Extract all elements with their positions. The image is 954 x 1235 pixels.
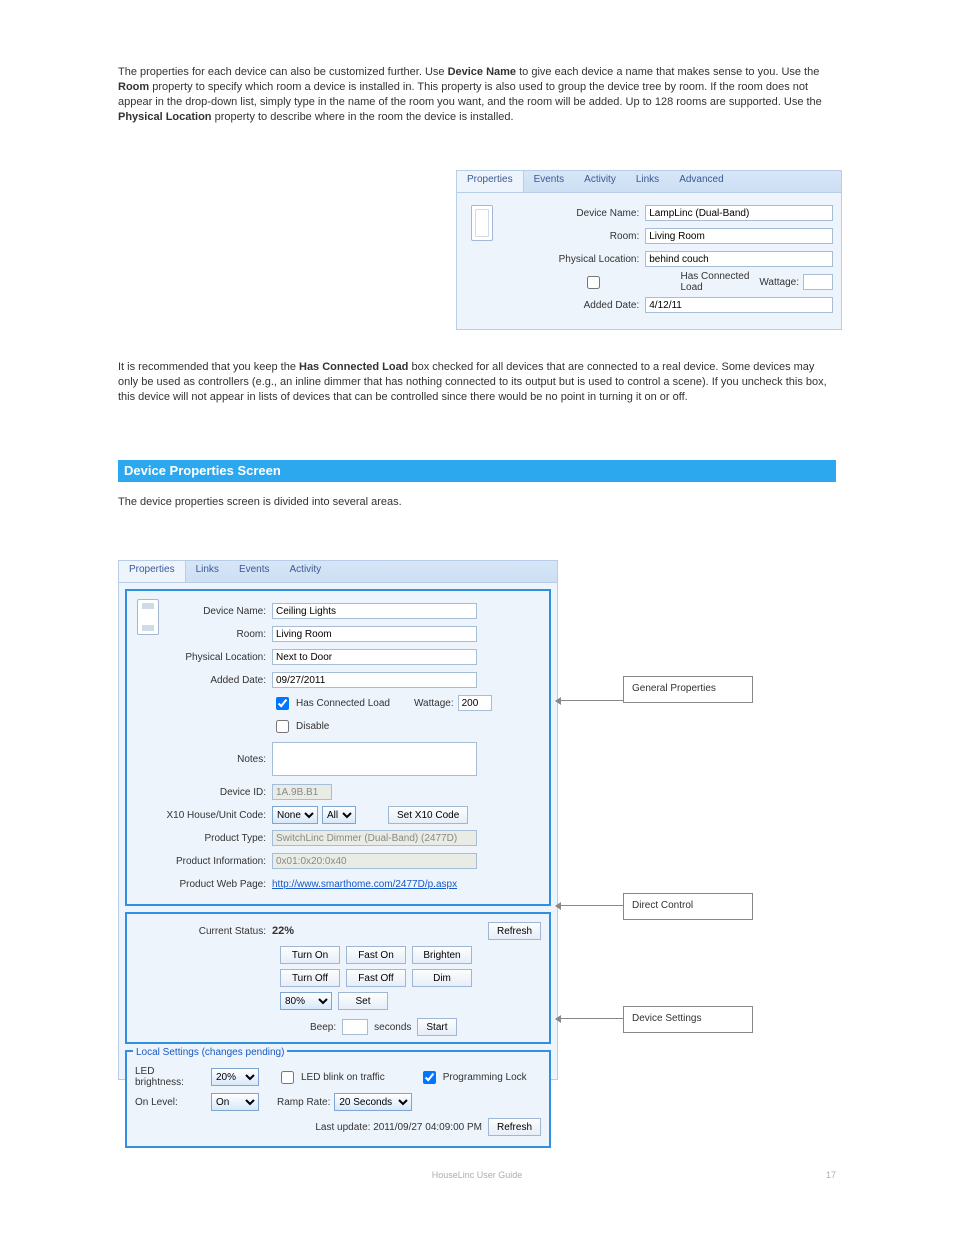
- lbl-ledb: LED brightness:: [135, 1066, 211, 1088]
- local-settings-section: Local Settings (changes pending) LED bri…: [125, 1050, 551, 1148]
- lbl-notes: Notes:: [157, 754, 272, 765]
- section-heading: Device Properties Screen: [124, 463, 281, 478]
- lbl-devid: Device ID:: [157, 787, 272, 798]
- led-blink-checkbox[interactable]: [281, 1071, 294, 1084]
- label-location: Physical Location:: [497, 254, 645, 265]
- beep-start-button[interactable]: Start: [417, 1018, 456, 1036]
- intro-paragraph: The properties for each device can also …: [118, 65, 836, 134]
- device-name-field[interactable]: [645, 205, 833, 221]
- refresh-status-button[interactable]: Refresh: [488, 922, 541, 940]
- lbl-blink: LED blink on traffic: [301, 1072, 385, 1083]
- status-value: 22%: [272, 925, 488, 937]
- tab-advanced[interactable]: Advanced: [669, 171, 733, 192]
- wattage-field-2[interactable]: [458, 695, 492, 711]
- lbl-pinfo: Product Information:: [157, 856, 272, 867]
- lbl-x10: X10 House/Unit Code:: [157, 810, 272, 821]
- callout-direct: Direct Control: [623, 893, 753, 920]
- properties-panel-small: Properties Events Activity Links Advance…: [456, 170, 842, 330]
- page-number: 17: [826, 1170, 836, 1180]
- has-connected-load-checkbox[interactable]: [514, 276, 674, 289]
- general-properties-section: Device Name: Room: Physical Location: Ad…: [125, 589, 551, 906]
- turn-on-button[interactable]: Turn On: [280, 946, 340, 964]
- set-button[interactable]: Set: [338, 992, 388, 1010]
- device-name-field-2[interactable]: [272, 603, 477, 619]
- room-field[interactable]: [645, 228, 833, 244]
- mid-paragraph: It is recommended that you keep the Has …: [118, 360, 836, 415]
- fast-on-button[interactable]: Fast On: [346, 946, 406, 964]
- lbl-seconds: seconds: [374, 1022, 411, 1033]
- lbl-watt: Wattage:: [414, 698, 454, 709]
- wattage-field[interactable]: [803, 274, 833, 290]
- device-icon-large: [137, 599, 159, 635]
- lbl-hasload: Has Connected Load: [296, 698, 390, 709]
- refresh-local-button[interactable]: Refresh: [488, 1118, 541, 1136]
- section-description: The device properties screen is divided …: [118, 495, 836, 510]
- wattage-label: Wattage:: [759, 277, 799, 288]
- local-settings-legend: Local Settings (changes pending): [133, 1047, 287, 1058]
- arrow-1: [556, 700, 623, 701]
- tab-events[interactable]: Events: [524, 171, 575, 192]
- location-field[interactable]: [645, 251, 833, 267]
- lbl-ramp: Ramp Rate:: [277, 1097, 330, 1108]
- led-brightness-select[interactable]: 20%: [211, 1068, 259, 1086]
- tabs-large: Properties Links Events Activity: [119, 561, 557, 583]
- set-level-select[interactable]: 80%: [280, 992, 332, 1010]
- has-connected-load-label: Has Connected Load: [680, 271, 759, 293]
- programming-lock-checkbox[interactable]: [423, 1071, 436, 1084]
- beep-seconds-field[interactable]: [342, 1019, 368, 1035]
- last-update-value: 2011/09/27 04:09:00 PM: [373, 1122, 482, 1133]
- lbl-disable: Disable: [296, 721, 329, 732]
- on-level-select[interactable]: On: [211, 1093, 259, 1111]
- tab-activity[interactable]: Activity: [574, 171, 626, 192]
- page-footer: HouseLinc User Guide 17: [0, 1170, 954, 1180]
- tab-links[interactable]: Links: [626, 171, 669, 192]
- lbl-status: Current Status:: [135, 926, 272, 937]
- product-web-link[interactable]: http://www.smarthome.com/2477D/p.aspx: [272, 879, 457, 890]
- tabs-small: Properties Events Activity Links Advance…: [457, 171, 841, 193]
- lbl-room: Room:: [157, 629, 272, 640]
- label-device-name: Device Name:: [497, 208, 645, 219]
- label-room: Room:: [497, 231, 645, 242]
- product-info-field: [272, 853, 477, 869]
- lbl-pweb: Product Web Page:: [157, 879, 272, 890]
- notes-field[interactable]: [272, 742, 477, 776]
- device-id-field: [272, 784, 332, 800]
- lbl-name: Device Name:: [157, 606, 272, 617]
- room-field-2[interactable]: [272, 626, 477, 642]
- dim-button[interactable]: Dim: [412, 969, 472, 987]
- lbl-added: Added Date:: [157, 675, 272, 686]
- tab-events-2[interactable]: Events: [229, 561, 280, 582]
- added-date-field-2[interactable]: [272, 672, 477, 688]
- disable-checkbox[interactable]: [276, 720, 289, 733]
- fast-off-button[interactable]: Fast Off: [346, 969, 406, 987]
- lbl-onlevel: On Level:: [135, 1097, 211, 1108]
- arrow-3: [556, 1018, 623, 1019]
- callout-settings: Device Settings: [623, 1006, 753, 1033]
- properties-panel-large: Properties Links Events Activity Device …: [118, 560, 558, 1080]
- tab-activity-2[interactable]: Activity: [280, 561, 332, 582]
- label-added: Added Date:: [497, 300, 645, 311]
- lbl-beep: Beep:: [310, 1022, 336, 1033]
- product-type-field: [272, 830, 477, 846]
- ramp-rate-select[interactable]: 20 Seconds: [334, 1093, 412, 1111]
- has-connected-load-checkbox-2[interactable]: [276, 697, 289, 710]
- turn-off-button[interactable]: Turn Off: [280, 969, 340, 987]
- callout-general: General Properties: [623, 676, 753, 703]
- tab-properties[interactable]: Properties: [457, 171, 524, 192]
- tab-links-2[interactable]: Links: [186, 561, 229, 582]
- x10-house-select[interactable]: None: [272, 806, 318, 824]
- lbl-lastup: Last update:: [315, 1122, 373, 1133]
- arrow-2: [556, 905, 623, 906]
- location-field-2[interactable]: [272, 649, 477, 665]
- tab-properties-2[interactable]: Properties: [119, 561, 186, 582]
- x10-unit-select[interactable]: All: [322, 806, 356, 824]
- lbl-plock: Programming Lock: [443, 1072, 527, 1083]
- direct-control-section: Current Status: 22% Refresh Turn On Fast…: [125, 912, 551, 1044]
- lbl-loc: Physical Location:: [157, 652, 272, 663]
- added-date-field[interactable]: [645, 297, 833, 313]
- set-x10-button[interactable]: Set X10 Code: [388, 806, 468, 824]
- device-icon: [471, 205, 493, 241]
- brighten-button[interactable]: Brighten: [412, 946, 472, 964]
- lbl-ptype: Product Type:: [157, 833, 272, 844]
